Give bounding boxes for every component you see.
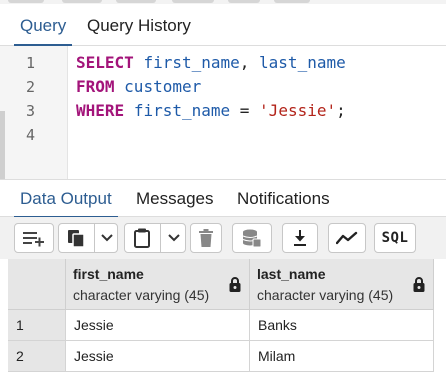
tab-data-output[interactable]: Data Output xyxy=(14,180,118,219)
graph-visualiser-button[interactable] xyxy=(328,223,366,253)
save-data-button[interactable] xyxy=(232,223,272,253)
code-line: FROM customer xyxy=(76,75,201,99)
copy-button[interactable] xyxy=(58,223,94,253)
column-name: first_name xyxy=(73,266,144,282)
line-number: 2 xyxy=(25,78,35,96)
code-token: FROM xyxy=(76,77,115,96)
data-output-toolbar: SQL xyxy=(0,217,446,259)
sql-editor[interactable]: 1 2 3 4 SELECT first_name, last_name FRO… xyxy=(0,46,446,179)
code-line: WHERE first_name = 'Jessie'; xyxy=(76,99,346,123)
column-header-first-name[interactable]: first_name character varying (45) xyxy=(66,259,250,310)
save-data-icon xyxy=(242,229,262,248)
paste-button[interactable] xyxy=(124,223,160,253)
code-token: customer xyxy=(124,77,202,96)
code-line: SELECT first_name, last_name xyxy=(76,51,346,75)
row-number[interactable]: 2 xyxy=(8,341,66,372)
sql-icon: SQL xyxy=(381,230,409,246)
tab-messages[interactable]: Messages xyxy=(136,180,213,218)
download-icon xyxy=(294,230,306,246)
query-tabs: Query Query History xyxy=(0,6,446,47)
line-number: 3 xyxy=(25,102,35,120)
row-number[interactable]: 1 xyxy=(8,310,66,341)
table-cell[interactable]: Milam xyxy=(250,341,434,372)
copy-icon xyxy=(68,230,85,248)
sql-button[interactable]: SQL xyxy=(374,223,416,253)
code-token: ; xyxy=(336,101,346,120)
add-row-icon xyxy=(23,232,44,247)
copy-options-dropdown[interactable] xyxy=(95,223,118,253)
column-type: character varying (45) xyxy=(73,287,210,303)
table-cell[interactable]: Jessie xyxy=(66,310,250,341)
code-token: , xyxy=(239,53,260,72)
chevron-down-icon xyxy=(167,234,180,242)
column-name: last_name xyxy=(257,266,326,282)
code-token: SELECT xyxy=(76,53,134,72)
code-token: 'Jessie' xyxy=(259,101,337,120)
gutter-marker xyxy=(0,111,5,179)
paste-icon xyxy=(134,228,150,248)
top-toolbar-edge xyxy=(0,0,446,4)
line-number-gutter: 1 2 3 4 xyxy=(0,46,68,179)
code-token: last_name xyxy=(259,53,346,72)
output-tabs: Data Output Messages Notifications xyxy=(0,179,446,219)
table-cell[interactable]: Banks xyxy=(250,310,434,341)
paste-options-dropdown[interactable] xyxy=(161,223,186,253)
lock-icon xyxy=(413,277,425,292)
line-number: 4 xyxy=(25,126,35,144)
table-cell[interactable]: Jessie xyxy=(66,341,250,372)
tab-notifications[interactable]: Notifications xyxy=(237,180,330,218)
row-number-header xyxy=(8,259,66,310)
line-number: 1 xyxy=(25,54,35,72)
chevron-down-icon xyxy=(100,234,113,242)
column-type: character varying (45) xyxy=(257,287,394,303)
delete-row-button[interactable] xyxy=(190,223,222,253)
tab-query[interactable]: Query xyxy=(13,6,73,47)
tab-query-history[interactable]: Query History xyxy=(87,6,191,46)
graph-icon xyxy=(336,231,358,245)
code-token: first_name xyxy=(143,53,240,72)
code-token: WHERE xyxy=(76,101,125,120)
delete-icon xyxy=(199,229,213,247)
column-header-last-name[interactable]: last_name character varying (45) xyxy=(250,259,434,310)
code-token: = xyxy=(230,101,260,120)
code-token: first_name xyxy=(133,101,231,120)
add-row-button[interactable] xyxy=(14,223,54,253)
lock-icon xyxy=(229,277,241,292)
download-button[interactable] xyxy=(282,223,318,253)
